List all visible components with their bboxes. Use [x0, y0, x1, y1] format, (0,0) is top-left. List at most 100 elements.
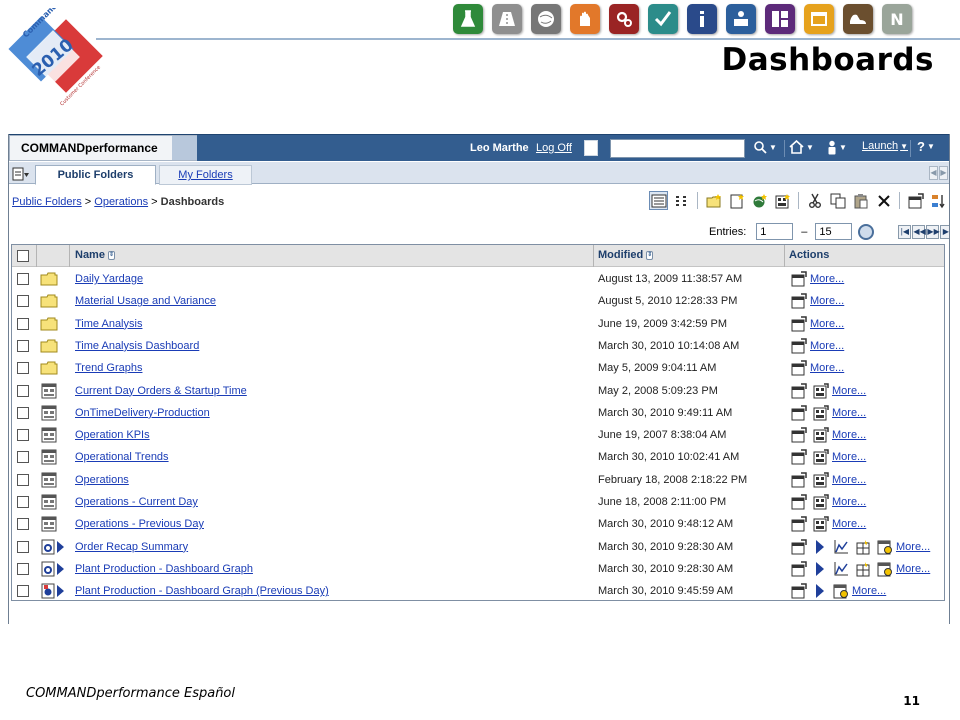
item-name-link[interactable]: Current Day Orders & Startup Time: [75, 385, 247, 397]
item-name-link[interactable]: OnTimeDelivery-Production: [75, 407, 210, 419]
play-icon[interactable]: [57, 540, 64, 553]
first-page-icon[interactable]: |◀: [898, 224, 912, 239]
item-name-link[interactable]: Daily Yardage: [75, 273, 143, 285]
more-link[interactable]: More...: [832, 385, 866, 397]
properties-button[interactable]: [791, 382, 807, 399]
properties-button[interactable]: [791, 449, 807, 465]
search-input[interactable]: [610, 139, 745, 158]
properties-button[interactable]: [906, 191, 925, 210]
tab-scroll-left-icon[interactable]: ◀: [929, 166, 938, 180]
row-checkbox[interactable]: [17, 540, 29, 553]
document-icon[interactable]: [584, 140, 598, 156]
table-row[interactable]: Time Analysis June 19, 2009 3:42:59 PM Mor…: [12, 313, 944, 335]
launch-menu-button[interactable]: Launch ▼: [862, 140, 908, 152]
play-icon[interactable]: [57, 585, 64, 598]
row-checkbox[interactable]: [17, 384, 29, 397]
item-name-link[interactable]: Time Analysis Dashboard: [75, 340, 199, 352]
properties-button[interactable]: [791, 561, 807, 577]
more-link[interactable]: More...: [810, 318, 844, 330]
properties-button[interactable]: [791, 494, 807, 510]
properties-button[interactable]: [791, 271, 807, 287]
more-link[interactable]: More...: [832, 496, 866, 508]
chart-button[interactable]: [833, 561, 849, 577]
checkmark-icon[interactable]: [648, 4, 678, 34]
next-page-icon[interactable]: ▶▶: [926, 224, 940, 239]
list-view-button[interactable]: [672, 191, 691, 210]
row-checkbox[interactable]: [17, 339, 29, 352]
schedule-button[interactable]: [877, 539, 893, 555]
edit-dashboard-button[interactable]: [813, 427, 829, 443]
properties-button[interactable]: [791, 338, 807, 354]
delete-button[interactable]: [874, 191, 893, 210]
edit-dashboard-button[interactable]: [813, 449, 829, 465]
item-name-link[interactable]: Plant Production - Dashboard Graph: [75, 563, 253, 575]
help-button[interactable]: ? ▼: [917, 139, 935, 154]
road-icon[interactable]: [492, 4, 522, 34]
table-row[interactable]: OnTimeDelivery-Production March 30, 2010 …: [12, 402, 944, 424]
item-name-link[interactable]: Trend Graphs: [75, 362, 142, 374]
table-row[interactable]: Operations - Previous Day March 30, 2010 …: [12, 513, 944, 535]
item-name-link[interactable]: Order Recap Summary: [75, 541, 188, 553]
column-header-name[interactable]: Name ⇕: [75, 249, 115, 261]
table-row[interactable]: Operations - Current Day June 18, 2008 2:…: [12, 491, 944, 513]
more-link[interactable]: More...: [852, 585, 886, 597]
tab-public-folders[interactable]: Public Folders: [35, 165, 156, 185]
row-checkbox[interactable]: [17, 429, 29, 442]
more-link[interactable]: More...: [896, 563, 930, 575]
run-icon[interactable]: [816, 584, 824, 599]
more-link[interactable]: More...: [810, 362, 844, 374]
table-row[interactable]: Daily Yardage August 13, 2009 11:38:57 AM…: [12, 268, 944, 290]
select-all-checkbox[interactable]: [17, 250, 29, 262]
chart-button[interactable]: [833, 539, 849, 555]
gears-icon[interactable]: [609, 4, 639, 34]
crosstab-button[interactable]: [855, 539, 871, 555]
run-icon[interactable]: [816, 539, 824, 554]
row-checkbox[interactable]: [17, 406, 29, 419]
edit-dashboard-button[interactable]: [813, 471, 829, 488]
more-link[interactable]: More...: [810, 340, 844, 352]
breadcrumb-operations[interactable]: Operations: [94, 196, 148, 208]
more-link[interactable]: More...: [832, 518, 866, 530]
row-checkbox[interactable]: [17, 518, 29, 531]
item-name-link[interactable]: Operational Trends: [75, 451, 169, 463]
properties-button[interactable]: [791, 583, 807, 599]
last-page-icon[interactable]: ▶|: [940, 224, 949, 239]
item-name-link[interactable]: Operations: [75, 474, 129, 486]
table-row[interactable]: Trend Graphs May 5, 2009 9:04:11 AM More..…: [12, 357, 944, 379]
properties-button[interactable]: [791, 405, 807, 421]
row-checkbox[interactable]: [17, 295, 29, 308]
item-name-link[interactable]: Operation KPIs: [75, 429, 150, 441]
entries-to-input[interactable]: [815, 223, 853, 240]
table-row[interactable]: Plant Production - Dashboard Graph (Prev…: [12, 580, 944, 602]
row-checkbox[interactable]: [17, 451, 29, 464]
row-checkbox[interactable]: [17, 362, 29, 375]
edit-dashboard-button[interactable]: [813, 382, 829, 399]
info-icon[interactable]: [687, 4, 717, 34]
new-url-button[interactable]: [750, 191, 769, 210]
table-row[interactable]: Material Usage and Variance August 5, 201…: [12, 290, 944, 312]
previous-page-icon[interactable]: ◀◀: [912, 224, 926, 239]
table-row[interactable]: Plant Production - Dashboard Graph March …: [12, 558, 944, 580]
copy-button[interactable]: [828, 191, 847, 210]
order-button[interactable]: [929, 191, 948, 210]
play-icon[interactable]: [57, 562, 64, 575]
more-link[interactable]: More...: [810, 273, 844, 285]
row-checkbox[interactable]: [17, 317, 29, 330]
properties-button[interactable]: [791, 538, 807, 555]
folder-view-icon[interactable]: [12, 167, 30, 181]
entries-from-input[interactable]: [756, 223, 794, 240]
schedule-button[interactable]: [833, 583, 849, 599]
more-link[interactable]: More...: [896, 541, 930, 553]
sort-icon[interactable]: ⇕: [646, 250, 654, 260]
letter-n-icon[interactable]: N: [882, 4, 912, 34]
go-button[interactable]: [858, 223, 875, 240]
more-link[interactable]: More...: [832, 429, 866, 441]
edit-dashboard-button[interactable]: [813, 516, 829, 532]
table-row[interactable]: Operations February 18, 2008 2:18:22 PM Mo…: [12, 469, 944, 491]
window-icon[interactable]: [804, 4, 834, 34]
more-link[interactable]: More...: [832, 451, 866, 463]
row-checkbox[interactable]: [17, 496, 29, 508]
edit-dashboard-button[interactable]: [813, 494, 829, 510]
table-row[interactable]: Time Analysis Dashboard March 30, 2010 10…: [12, 335, 944, 357]
properties-button[interactable]: [791, 471, 807, 488]
